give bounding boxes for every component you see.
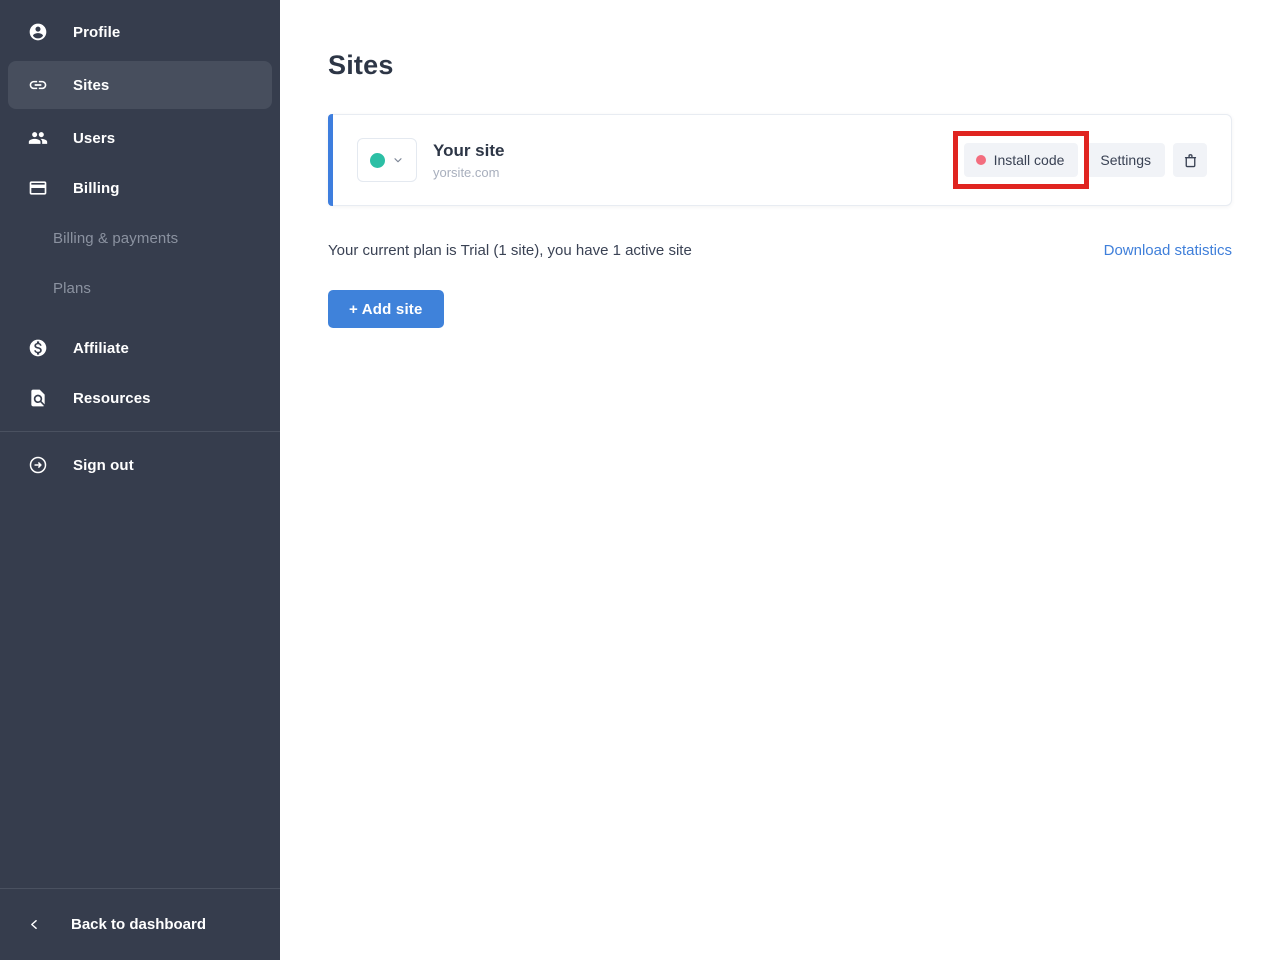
sidebar-item-users[interactable]: Users <box>0 113 280 163</box>
users-icon <box>28 128 48 148</box>
delete-site-button[interactable] <box>1173 143 1207 177</box>
add-site-button[interactable]: + Add site <box>328 290 444 328</box>
sign-out-icon <box>28 455 48 475</box>
sidebar-divider <box>0 431 280 432</box>
download-statistics-link[interactable]: Download statistics <box>1104 242 1232 259</box>
resources-icon <box>28 388 48 408</box>
settings-label: Settings <box>1100 152 1151 168</box>
sidebar-item-plans[interactable]: Plans <box>0 263 280 313</box>
site-domain: yorsite.com <box>433 165 504 180</box>
site-status-dropdown[interactable] <box>357 138 417 182</box>
sidebar-item-resources[interactable]: Resources <box>0 373 280 423</box>
sites-icon <box>28 75 48 95</box>
chevron-down-icon <box>392 154 404 166</box>
settings-button[interactable]: Settings <box>1086 143 1165 177</box>
install-code-label: Install code <box>994 152 1065 168</box>
profile-icon <box>28 22 48 42</box>
plan-text: Your current plan is Trial (1 site), you… <box>328 242 692 259</box>
sidebar-item-affiliate[interactable]: Affiliate <box>0 323 280 373</box>
nav-spacer <box>0 313 280 323</box>
sidebar-item-label: Sign out <box>73 457 134 474</box>
sidebar-item-label: Billing <box>73 180 120 197</box>
sidebar-item-sites[interactable]: Sites <box>8 61 272 109</box>
sidebar-item-billing[interactable]: Billing <box>0 163 280 213</box>
sidebar-item-label: Resources <box>73 390 151 407</box>
sidebar-item-sign-out[interactable]: Sign out <box>0 440 280 490</box>
main-content: Sites Your site yorsite.com Install code… <box>280 0 1280 328</box>
plan-row: Your current plan is Trial (1 site), you… <box>328 242 1232 259</box>
sidebar: Profile Sites Users Billing Billing & pa… <box>0 0 280 960</box>
sidebar-item-billing-payments[interactable]: Billing & payments <box>0 213 280 263</box>
sidebar-item-label: Affiliate <box>73 340 129 357</box>
sidebar-item-label: Users <box>73 130 115 147</box>
sidebar-item-label: Profile <box>73 24 120 41</box>
sidebar-item-profile[interactable]: Profile <box>0 7 280 57</box>
billing-icon <box>28 178 48 198</box>
install-code-button[interactable]: Install code <box>964 143 1079 177</box>
sidebar-item-label: Sites <box>73 77 109 94</box>
sidebar-item-label: Billing & payments <box>53 230 178 247</box>
site-status-dot <box>370 153 385 168</box>
affiliate-icon <box>28 338 48 358</box>
page-title: Sites <box>328 50 1232 81</box>
back-to-dashboard[interactable]: Back to dashboard <box>0 888 280 960</box>
back-to-dashboard-label: Back to dashboard <box>71 916 206 933</box>
site-meta: Your site yorsite.com <box>433 141 504 180</box>
install-code-dot <box>976 155 986 165</box>
sidebar-item-label: Plans <box>53 280 91 297</box>
sidebar-nav: Profile Sites Users Billing Billing & pa… <box>0 0 280 888</box>
site-card: Your site yorsite.com Install code Setti… <box>328 114 1232 206</box>
site-name: Your site <box>433 141 504 161</box>
back-chevron-icon <box>28 918 42 932</box>
site-actions: Install code Settings <box>964 143 1207 177</box>
trash-icon <box>1182 152 1199 169</box>
